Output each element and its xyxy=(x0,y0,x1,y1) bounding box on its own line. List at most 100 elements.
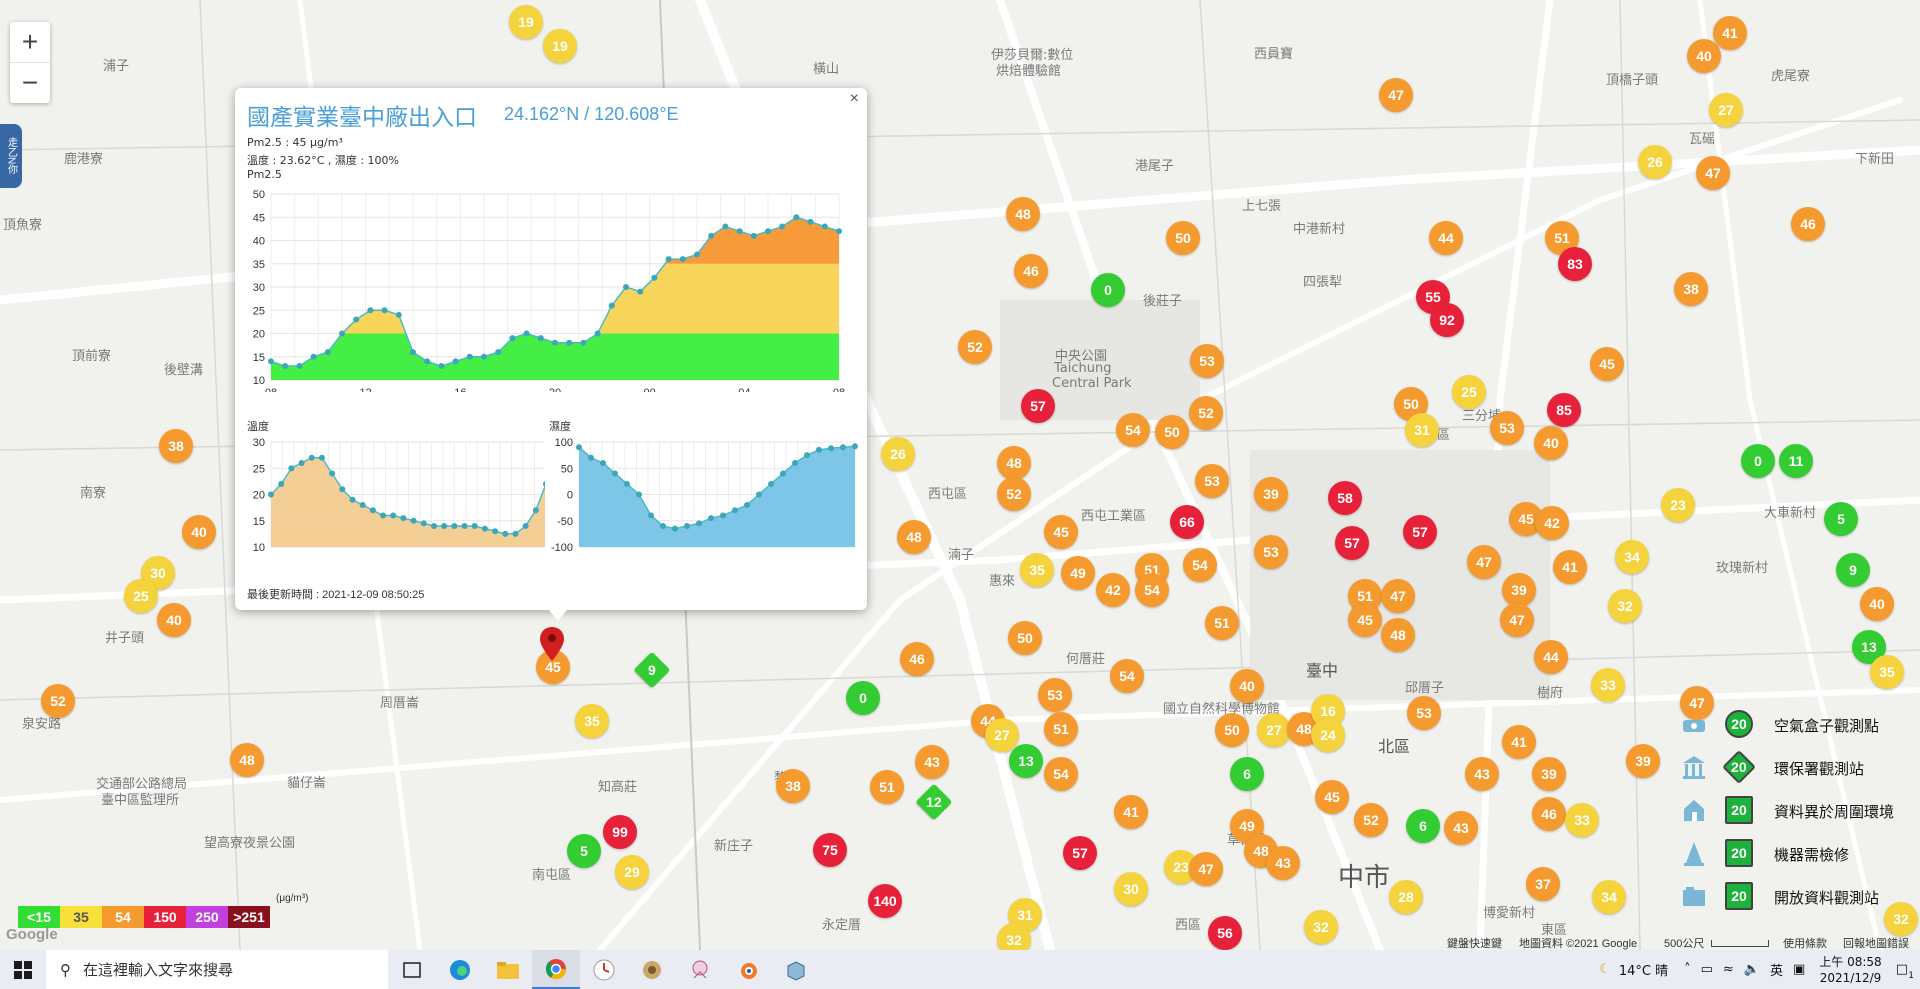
sensor-marker[interactable]: 83 xyxy=(1558,247,1592,281)
sensor-marker[interactable]: 48 xyxy=(997,446,1031,480)
sensor-marker[interactable]: 39 xyxy=(1502,573,1536,607)
sensor-marker[interactable]: 57 xyxy=(1063,836,1097,870)
sensor-marker[interactable]: 54 xyxy=(1116,413,1150,447)
sensor-marker[interactable]: 51 xyxy=(1044,712,1078,746)
sensor-marker[interactable]: 44 xyxy=(1534,640,1568,674)
ime-indicator[interactable]: 英 xyxy=(1770,960,1783,979)
sensor-marker[interactable]: 48 xyxy=(230,743,264,777)
sensor-marker[interactable]: 56 xyxy=(1208,916,1242,950)
sensor-marker[interactable]: 39 xyxy=(1532,757,1566,791)
sensor-marker[interactable]: 43 xyxy=(1444,811,1478,845)
sensor-marker[interactable]: 99 xyxy=(603,815,637,849)
chevron-up-icon[interactable]: ˄ xyxy=(1684,962,1691,977)
sensor-marker[interactable]: 23 xyxy=(1661,488,1695,522)
sensor-marker[interactable]: 0 xyxy=(1091,273,1125,307)
sensor-marker[interactable]: 40 xyxy=(1534,426,1568,460)
terms-link[interactable]: 使用條款 xyxy=(1783,935,1827,951)
sensor-marker[interactable]: 46 xyxy=(1532,797,1566,831)
sensor-marker[interactable]: 26 xyxy=(1638,145,1672,179)
sensor-marker[interactable]: 92 xyxy=(1430,303,1464,337)
sensor-marker[interactable]: 27 xyxy=(1257,713,1291,747)
sensor-marker[interactable]: 57 xyxy=(1335,526,1369,560)
sensor-marker[interactable]: 46 xyxy=(900,642,934,676)
scale-label[interactable]: 500公尺 xyxy=(1664,935,1704,951)
sensor-marker[interactable]: 34 xyxy=(1592,880,1626,914)
sensor-marker[interactable]: 43 xyxy=(1266,846,1300,880)
sensor-marker[interactable]: 53 xyxy=(1407,696,1441,730)
weather-text[interactable]: 14°C 晴 xyxy=(1619,960,1668,979)
sensor-marker[interactable]: 40 xyxy=(157,603,191,637)
sensor-marker[interactable]: 42 xyxy=(1096,573,1130,607)
sensor-marker[interactable]: 45 xyxy=(1590,347,1624,381)
sensor-marker[interactable]: 57 xyxy=(1403,515,1437,549)
sensor-marker[interactable]: 27 xyxy=(985,718,1019,752)
sensor-marker[interactable]: 31 xyxy=(1405,413,1439,447)
sensor-marker[interactable]: 52 xyxy=(1354,803,1388,837)
file-explorer-icon[interactable] xyxy=(484,950,532,989)
sensor-marker[interactable]: 9 xyxy=(1836,553,1870,587)
sensor-marker[interactable]: 57 xyxy=(1021,389,1055,423)
sensor-marker[interactable]: 45 xyxy=(1315,780,1349,814)
sensor-marker[interactable]: 35 xyxy=(575,704,609,738)
sensor-marker[interactable]: 5 xyxy=(1824,502,1858,536)
report-map-error-link[interactable]: 回報地圖錯誤 xyxy=(1843,935,1909,951)
sensor-marker[interactable]: 53 xyxy=(1038,678,1072,712)
edge-icon[interactable] xyxy=(436,950,484,989)
sensor-marker[interactable]: 19 xyxy=(509,5,543,39)
taskbar-search-box[interactable]: ⚲ 在這裡輸入文字來搜尋 xyxy=(46,950,388,989)
notification-icon[interactable]: □ 1 xyxy=(1896,962,1914,981)
sensor-marker[interactable]: 32 xyxy=(1304,910,1338,944)
sensor-marker[interactable]: 25 xyxy=(1452,375,1486,409)
sensor-marker[interactable]: 27 xyxy=(1709,93,1743,127)
sensor-marker[interactable]: 48 xyxy=(1006,197,1040,231)
sensor-marker[interactable]: 41 xyxy=(1502,725,1536,759)
blender-icon[interactable] xyxy=(724,950,772,989)
ime-mode-icon[interactable]: ▣ xyxy=(1793,962,1805,977)
zoom-out-button[interactable]: − xyxy=(10,63,50,103)
sensor-marker[interactable]: 53 xyxy=(1254,535,1288,569)
sensor-marker[interactable]: 53 xyxy=(1195,464,1229,498)
close-icon[interactable]: × xyxy=(850,90,859,108)
app-clock-icon[interactable] xyxy=(580,950,628,989)
sensor-marker[interactable]: 44 xyxy=(1429,221,1463,255)
sensor-marker[interactable]: 11 xyxy=(1779,444,1813,478)
sensor-marker[interactable]: 47 xyxy=(1500,603,1534,637)
sensor-marker[interactable]: 45 xyxy=(1044,515,1078,549)
sensor-marker[interactable]: 48 xyxy=(897,520,931,554)
sensor-marker[interactable]: 6 xyxy=(1230,757,1264,791)
sensor-marker[interactable]: 25 xyxy=(124,579,158,613)
sensor-marker[interactable]: 140 xyxy=(868,884,902,918)
battery-icon[interactable]: ▭ xyxy=(1701,962,1713,977)
sensor-marker[interactable]: 75 xyxy=(813,833,847,867)
sensor-marker[interactable]: 50 xyxy=(1166,221,1200,255)
app-box-icon[interactable] xyxy=(772,950,820,989)
keyboard-shortcuts-link[interactable]: 鍵盤快速鍵 xyxy=(1447,935,1502,951)
sensor-marker[interactable]: 45 xyxy=(1348,603,1382,637)
chrome-icon[interactable] xyxy=(532,950,580,989)
side-tab[interactable]: 走乙N你 xyxy=(0,124,22,188)
sensor-marker[interactable]: 37 xyxy=(1526,867,1560,901)
sensor-marker[interactable]: 54 xyxy=(1044,757,1078,791)
app-gear-icon[interactable] xyxy=(628,950,676,989)
sensor-marker[interactable]: 49 xyxy=(1061,556,1095,590)
sensor-marker[interactable]: 5 xyxy=(567,834,601,868)
sensor-marker[interactable]: 32 xyxy=(1608,589,1642,623)
sensor-marker[interactable]: 51 xyxy=(1205,606,1239,640)
volume-icon[interactable]: 🔈 xyxy=(1744,962,1760,977)
sensor-marker[interactable]: 47 xyxy=(1189,852,1223,886)
sensor-marker[interactable]: 41 xyxy=(1553,550,1587,584)
sensor-marker[interactable]: 52 xyxy=(997,477,1031,511)
sensor-marker[interactable]: 54 xyxy=(1135,573,1169,607)
sensor-marker[interactable]: 85 xyxy=(1547,393,1581,427)
wifi-icon[interactable]: ≈ xyxy=(1723,962,1734,977)
app-network-icon[interactable] xyxy=(676,950,724,989)
sensor-marker[interactable]: 50 xyxy=(1215,713,1249,747)
sensor-marker[interactable]: 50 xyxy=(1008,621,1042,655)
sensor-marker[interactable]: 13 xyxy=(1009,744,1043,778)
sensor-marker[interactable]: 41 xyxy=(1114,795,1148,829)
zoom-in-button[interactable]: + xyxy=(10,22,50,63)
sensor-marker[interactable]: 54 xyxy=(1110,659,1144,693)
sensor-marker[interactable]: 48 xyxy=(1381,618,1415,652)
sensor-marker[interactable]: 30 xyxy=(1114,872,1148,906)
sensor-marker[interactable]: 46 xyxy=(1791,207,1825,241)
